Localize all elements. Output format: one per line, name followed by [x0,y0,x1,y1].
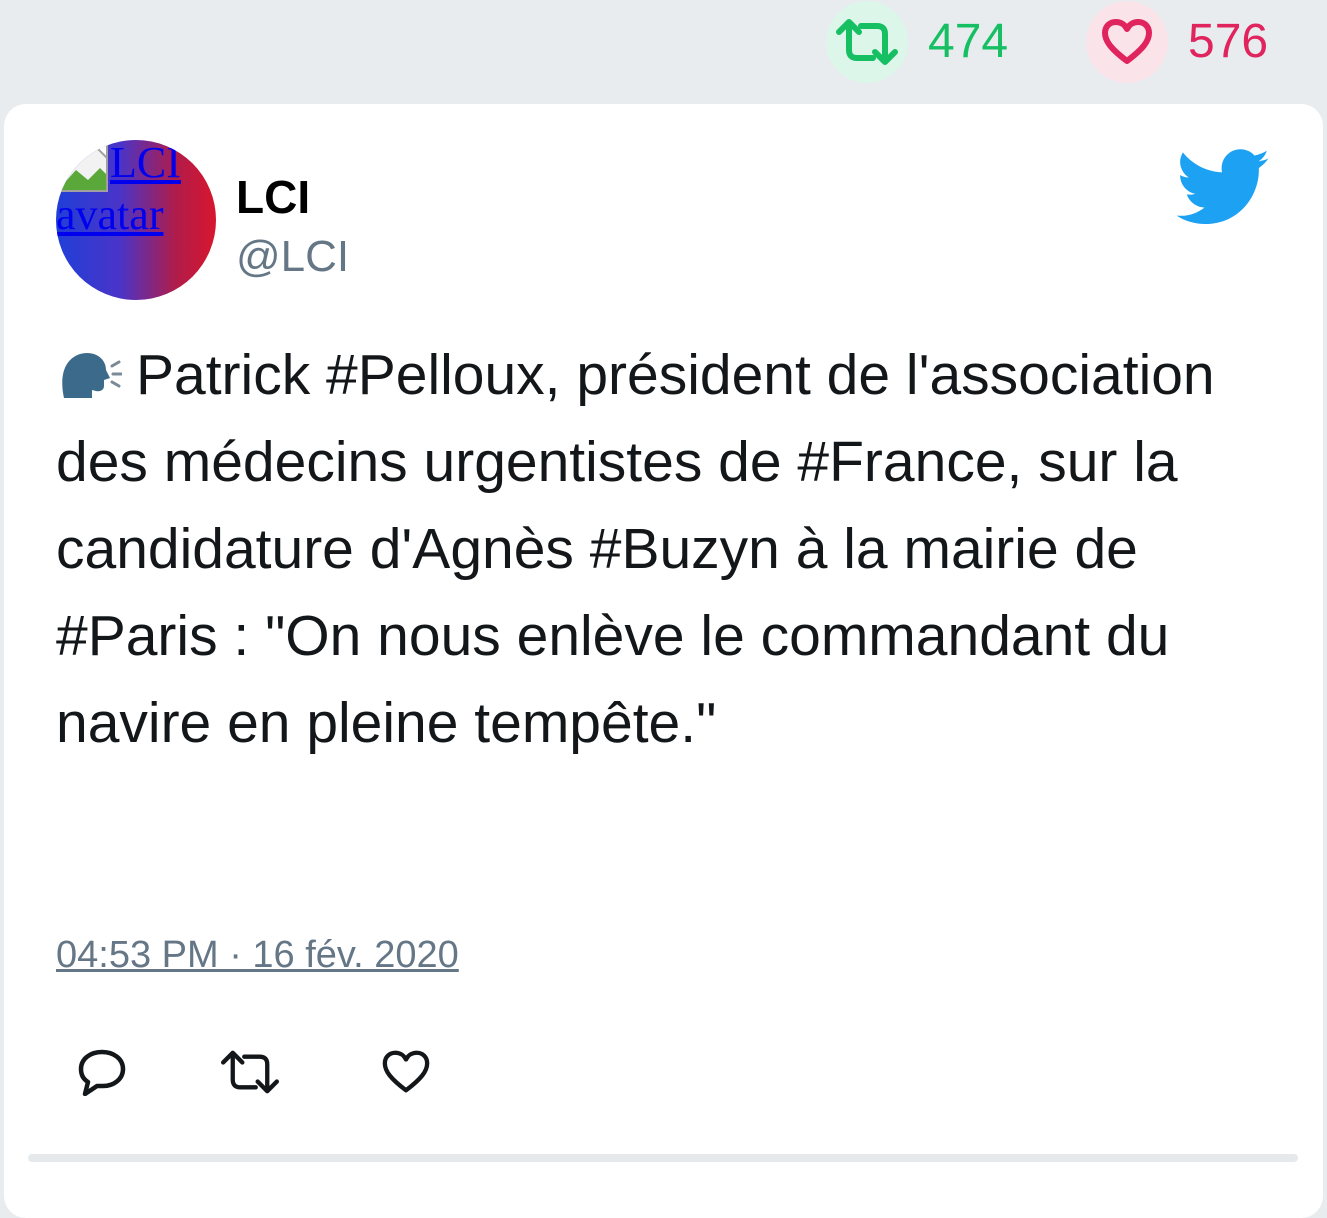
avatar[interactable]: LCI avatar [56,140,216,300]
heart-icon [381,1049,431,1100]
tweet-text: Patrick #Pelloux, président de l'associa… [56,332,1266,767]
tweet-timestamp[interactable]: 04:53 PM · 16 fév. 2020 [56,934,459,977]
tweet-card: LCI avatar LCI @LCI Patrick #Pelloux, pr… [4,104,1323,1218]
tweet-text-content: Patrick #Pelloux, président de l'associa… [56,343,1215,755]
retweet-count: 474 [928,15,1009,68]
twitter-bird-icon[interactable] [1176,148,1271,228]
author-handle[interactable]: @LCI [236,232,349,282]
reply-icon [77,1048,127,1101]
reply-button[interactable] [72,1044,132,1104]
like-count: 576 [1188,15,1269,68]
retweet-icon [219,1049,281,1100]
retweet-stat[interactable]: 474 [826,0,1008,84]
retweet-button[interactable] [220,1044,280,1104]
card-divider [28,1154,1298,1162]
retweet-icon[interactable] [826,1,908,83]
heart-icon[interactable] [1086,1,1168,83]
like-button[interactable] [376,1044,436,1104]
broken-image-icon [56,140,108,192]
avatar-broken-image[interactable]: LCI avatar [56,140,216,238]
speaking-head-emoji [56,338,123,398]
tweet-stats-bar: 474 576 [0,0,1327,96]
author-name[interactable]: LCI [236,170,310,224]
like-stat[interactable]: 576 [1086,0,1268,84]
